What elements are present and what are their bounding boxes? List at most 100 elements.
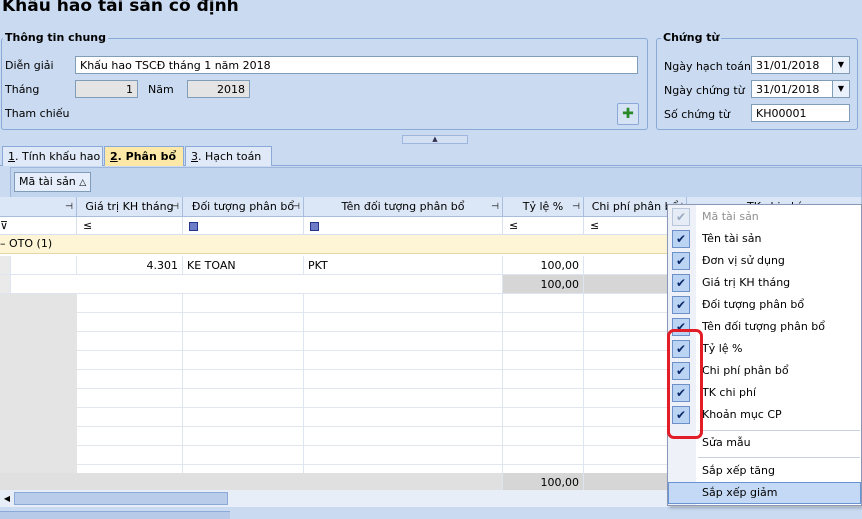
menu-item-cost-label: Chi phí phân bổ bbox=[702, 364, 789, 377]
collapse-panel-button[interactable]: ▲ bbox=[402, 135, 468, 144]
filter-ratio[interactable]: ≤ bbox=[503, 217, 584, 235]
cell-object-name: PKT bbox=[304, 256, 503, 275]
tab-posting[interactable]: 3. Hạch toán bbox=[185, 146, 272, 166]
tab-depreciation-label: . Tính khấu hao bbox=[15, 150, 101, 163]
menu-item-expense-account-label: TK chi phí bbox=[702, 386, 757, 399]
menu-item-edit-template-label: Sửa mẫu bbox=[702, 436, 751, 449]
description-input[interactable]: Khấu hao TSCĐ tháng 1 năm 2018 bbox=[75, 56, 638, 74]
group-row-label: OTO (1) bbox=[9, 237, 53, 250]
posting-date-label: Ngày hạch toán bbox=[664, 60, 751, 73]
highlight-annotation bbox=[667, 329, 703, 439]
posting-date-value: 31/01/2018 bbox=[756, 59, 820, 72]
menu-item-sort-desc[interactable]: Sắp xếp giảm bbox=[668, 482, 861, 504]
group-by-chip-label: Mã tài sản bbox=[19, 175, 76, 188]
month-input[interactable]: 1 bbox=[75, 80, 138, 98]
group-by-panel bbox=[10, 167, 862, 198]
menu-item-monthly-value[interactable]: ✔ Giá trị KH tháng bbox=[668, 272, 861, 294]
voucher-no-input[interactable]: KH00001 bbox=[751, 104, 850, 122]
scroll-left-icon[interactable]: ◀ bbox=[0, 490, 14, 507]
menu-item-ratio-label: Tỷ lệ % bbox=[702, 342, 743, 355]
tab-allocation-label: . Phân bổ bbox=[117, 150, 177, 163]
menu-item-object-label: Đối tượng phân bổ bbox=[702, 298, 805, 311]
add-reference-button[interactable]: ✚ bbox=[617, 103, 639, 125]
voucher-date-input[interactable]: 31/01/2018 ▼ bbox=[751, 80, 850, 98]
filter-first[interactable]: ⊽ bbox=[0, 217, 77, 235]
pin-icon: ⊣ bbox=[292, 202, 300, 212]
filter-object[interactable] bbox=[183, 217, 304, 235]
subtotal-blank-cell bbox=[11, 275, 503, 294]
cell-monthly-value: 4.301 bbox=[77, 256, 183, 275]
year-input[interactable]: 2018 bbox=[187, 80, 250, 98]
scrollbar-thumb[interactable] bbox=[14, 492, 228, 505]
menu-separator bbox=[698, 457, 860, 458]
header-object-label: Đối tượng phân bổ bbox=[191, 200, 295, 213]
collapse-group-icon: – bbox=[0, 237, 6, 250]
voucher-title: Chứng từ bbox=[661, 31, 722, 44]
subtotal-indent-cell bbox=[0, 275, 11, 294]
filter-contains-icon bbox=[310, 221, 319, 231]
pin-icon: ⊣ bbox=[65, 202, 73, 212]
pin-icon: ⊣ bbox=[171, 202, 179, 212]
menu-separator bbox=[698, 430, 860, 431]
header-object[interactable]: Đối tượng phân bổ ⊣ bbox=[183, 197, 304, 217]
voucher-date-value: 31/01/2018 bbox=[756, 83, 820, 96]
menu-item-unit[interactable]: ✔ Đơn vị sử dụng bbox=[668, 250, 861, 272]
header-cost-label: Chi phí phân bổ bbox=[591, 200, 679, 213]
tab-posting-key: 3 bbox=[191, 150, 198, 163]
posting-date-dropdown-icon[interactable]: ▼ bbox=[832, 57, 849, 73]
tab-allocation[interactable]: 2. Phân bổ bbox=[104, 146, 184, 166]
header-ratio[interactable]: Tỷ lệ % ⊣ bbox=[503, 197, 584, 217]
checkbox-icon: ✔ bbox=[672, 296, 690, 314]
menu-item-asset-name-label: Tên tài sản bbox=[702, 232, 762, 245]
pin-icon: ⊣ bbox=[491, 202, 499, 212]
sort-asc-icon: △ bbox=[79, 178, 87, 188]
description-label: Diễn giải bbox=[5, 59, 54, 72]
tab-depreciation[interactable]: 1. Tính khấu hao bbox=[2, 146, 103, 166]
general-info-title: Thông tin chung bbox=[3, 31, 109, 44]
tab-posting-label: . Hạch toán bbox=[198, 150, 262, 163]
group-by-chip[interactable]: Mã tài sản △ bbox=[14, 172, 92, 192]
checkbox-icon: ✔ bbox=[672, 252, 690, 270]
tab-depreciation-key: 1 bbox=[8, 150, 15, 163]
checkbox-icon: ✔ bbox=[672, 230, 690, 248]
menu-item-asset-code: ✔ Mã tài sản bbox=[668, 206, 861, 228]
menu-item-asset-code-label: Mã tài sản bbox=[702, 210, 759, 223]
filter-contains-icon bbox=[189, 221, 198, 231]
voucher-date-dropdown-icon[interactable]: ▼ bbox=[832, 81, 849, 97]
tab-allocation-key: 2 bbox=[110, 150, 118, 163]
voucher-no-label: Số chứng từ bbox=[664, 108, 730, 121]
add-icon: ✚ bbox=[622, 106, 634, 122]
checkbox-icon: ✔ bbox=[672, 274, 690, 292]
checkbox-icon: ✔ bbox=[672, 208, 690, 226]
cell-ratio: 100,00 bbox=[503, 256, 584, 275]
menu-item-sort-asc-label: Sắp xếp tăng bbox=[702, 464, 775, 477]
window-title: Khấu hao tài sản cố định bbox=[2, 0, 239, 16]
header-ratio-label: Tỷ lệ % bbox=[522, 200, 564, 213]
header-monthly-value-label: Giá trị KH tháng bbox=[85, 200, 174, 213]
reference-label: Tham chiếu bbox=[5, 107, 70, 120]
year-label: Năm bbox=[148, 83, 174, 96]
filter-object-name[interactable] bbox=[304, 217, 503, 235]
menu-item-asset-name[interactable]: ✔ Tên tài sản bbox=[668, 228, 861, 250]
subtotal-ratio: 100,00 bbox=[503, 275, 584, 294]
cell-object: KE TOAN bbox=[183, 256, 304, 275]
menu-item-object[interactable]: ✔ Đối tượng phân bổ bbox=[668, 294, 861, 316]
menu-item-sort-desc-label: Sắp xếp giảm bbox=[702, 486, 778, 499]
header-monthly-value[interactable]: Giá trị KH tháng ⊣ bbox=[77, 197, 183, 217]
menu-item-object-name-label: Tên đối tượng phân bổ bbox=[702, 320, 826, 333]
header-first[interactable]: ⊣ bbox=[0, 197, 77, 217]
month-label: Tháng bbox=[5, 83, 40, 96]
menu-item-cost-item-label: Khoản mục CP bbox=[702, 408, 782, 421]
filter-monthly-value[interactable]: ≤ bbox=[77, 217, 183, 235]
filter-icon: ⊽ bbox=[0, 219, 9, 232]
menu-item-monthly-value-label: Giá trị KH tháng bbox=[702, 276, 791, 289]
pin-icon: ⊣ bbox=[572, 202, 580, 212]
menu-item-sort-asc[interactable]: Sắp xếp tăng bbox=[668, 460, 861, 482]
cell-first bbox=[11, 256, 77, 275]
posting-date-input[interactable]: 31/01/2018 ▼ bbox=[751, 56, 850, 74]
header-object-name-label: Tên đối tượng phân bổ bbox=[341, 200, 465, 213]
voucher-date-label: Ngày chứng từ bbox=[664, 84, 745, 97]
menu-item-unit-label: Đơn vị sử dụng bbox=[702, 254, 785, 267]
header-object-name[interactable]: Tên đối tượng phân bổ ⊣ bbox=[304, 197, 503, 217]
row-indent-cell bbox=[0, 256, 11, 275]
